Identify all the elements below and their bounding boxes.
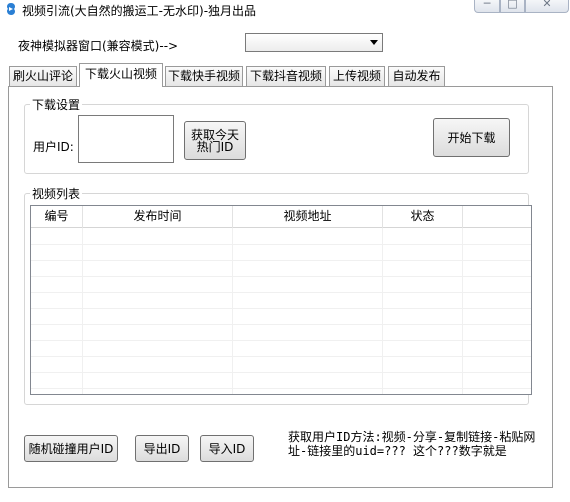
table-row <box>31 357 531 373</box>
table-row <box>31 341 531 357</box>
start-download-button[interactable]: 开始下载 <box>433 118 510 157</box>
tab-download-kuaishou-video[interactable]: 下载快手视频 <box>165 66 243 86</box>
import-id-button[interactable]: 导入ID <box>200 435 254 462</box>
tab-upload-video[interactable]: 上传视频 <box>329 66 385 86</box>
title-bar: 视频引流(大自然的搬运工-无水印)-独月出品 ─ □ ✕ <box>0 0 570 20</box>
close-icon: ✕ <box>542 0 552 10</box>
maximize-icon: □ <box>507 0 518 10</box>
video-list-header: 编号 发布时间 视频地址 状态 <box>31 206 531 228</box>
column-header-status[interactable]: 状态 <box>383 206 463 228</box>
get-hot-id-button[interactable]: 获取今天热门ID <box>184 121 246 160</box>
export-id-button[interactable]: 导出ID <box>135 435 189 462</box>
user-id-input[interactable] <box>78 115 174 163</box>
video-list-table[interactable]: 编号 发布时间 视频地址 状态 <box>30 205 532 395</box>
emulator-window-select[interactable] <box>245 33 383 52</box>
user-id-label: 用户ID: <box>33 140 74 154</box>
maximize-button[interactable]: □ <box>500 0 525 13</box>
table-row <box>31 245 531 261</box>
tab-auto-publish[interactable]: 自动发布 <box>388 66 445 86</box>
minimize-button[interactable]: ─ <box>474 0 500 13</box>
emulator-window-label: 夜神模拟器窗口(兼容模式)--> <box>18 39 179 53</box>
table-row <box>31 309 531 325</box>
column-header-video-url[interactable]: 视频地址 <box>233 206 383 228</box>
download-settings-title: 下载设置 <box>30 96 83 113</box>
video-list-title: 视频列表 <box>30 185 83 202</box>
dropdown-arrow-icon <box>370 40 378 45</box>
minimize-icon: ─ <box>483 0 491 10</box>
app-logo-icon <box>7 3 15 15</box>
table-row <box>31 293 531 309</box>
tab-shua-huoshan-pinglun[interactable]: 刷火山评论 <box>9 66 77 86</box>
tab-download-huoshan-video[interactable]: 下载火山视频 <box>79 63 163 87</box>
column-header-publish-time[interactable]: 发布时间 <box>83 206 233 228</box>
table-row <box>31 373 531 389</box>
user-id-help-text: 获取用户ID方法:视频-分享-复制链接-粘贴网址-链接里的uid=??? 这个?… <box>288 430 536 458</box>
table-row <box>31 229 531 245</box>
close-button[interactable]: ✕ <box>525 0 569 13</box>
tab-download-douyin-video[interactable]: 下载抖音视频 <box>246 66 326 86</box>
table-row <box>31 325 531 341</box>
window-title: 视频引流(大自然的搬运工-无水印)-独月出品 <box>22 4 257 18</box>
random-user-id-button[interactable]: 随机碰撞用户ID <box>24 435 118 462</box>
column-header-number[interactable]: 编号 <box>31 206 83 228</box>
table-row <box>31 261 531 277</box>
table-row <box>31 277 531 293</box>
